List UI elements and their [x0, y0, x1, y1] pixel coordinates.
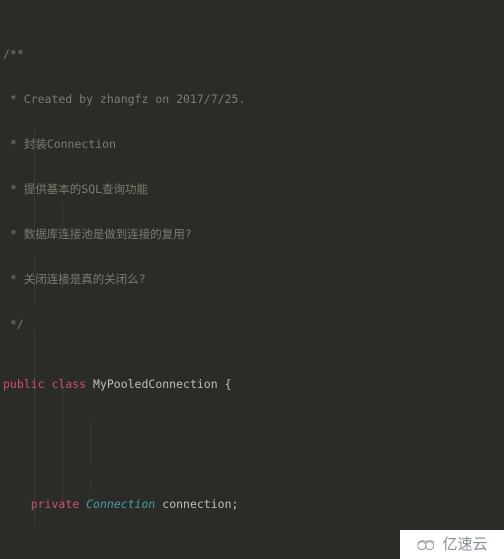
code-token-semicolon: ;	[231, 497, 239, 511]
code-content[interactable]: /** * Created by zhangfz on 2017/7/25. *…	[0, 2, 504, 559]
code-line: * 数据库连接池是做到连接的复用?	[0, 227, 504, 242]
code-line: /**	[0, 47, 504, 62]
code-line: * 封装Connection	[0, 137, 504, 152]
code-line: private Connection connection;	[0, 497, 504, 512]
code-token-comment: /**	[3, 47, 24, 61]
code-line: */	[0, 317, 504, 332]
code-token-keyword: public class	[3, 377, 94, 391]
code-token-comment: */	[3, 317, 24, 331]
code-token-comment: * 封装Connection	[3, 137, 117, 151]
watermark-text: 亿速云	[442, 535, 488, 553]
code-token-classname: MyPooledConnection	[93, 377, 225, 391]
code-line: * 提供基本的SQL查询功能	[0, 182, 504, 197]
code-line: * 关闭连接是真的关闭么?	[0, 272, 504, 287]
code-token-identifier: connection	[155, 497, 232, 511]
code-token-comment: * 提供基本的SQL查询功能	[3, 182, 149, 196]
code-line: * Created by zhangfz on 2017/7/25.	[0, 92, 504, 107]
code-token-keyword: private	[30, 497, 87, 511]
code-token-comment: * 数据库连接池是做到连接的复用?	[3, 227, 192, 241]
code-token-comment: * 关闭连接是真的关闭么?	[3, 272, 146, 286]
code-line: public class MyPooledConnection {	[0, 377, 504, 392]
code-token-type: Connection	[86, 497, 156, 511]
code-token-brace: {	[224, 377, 232, 391]
code-token-comment: * Created by zhangfz on 2017/7/25.	[3, 92, 246, 106]
watermark: 亿速云	[400, 530, 504, 559]
cloud-logo-icon	[417, 539, 435, 550]
code-editor[interactable]: /** * Created by zhangfz on 2017/7/25. *…	[0, 0, 504, 559]
